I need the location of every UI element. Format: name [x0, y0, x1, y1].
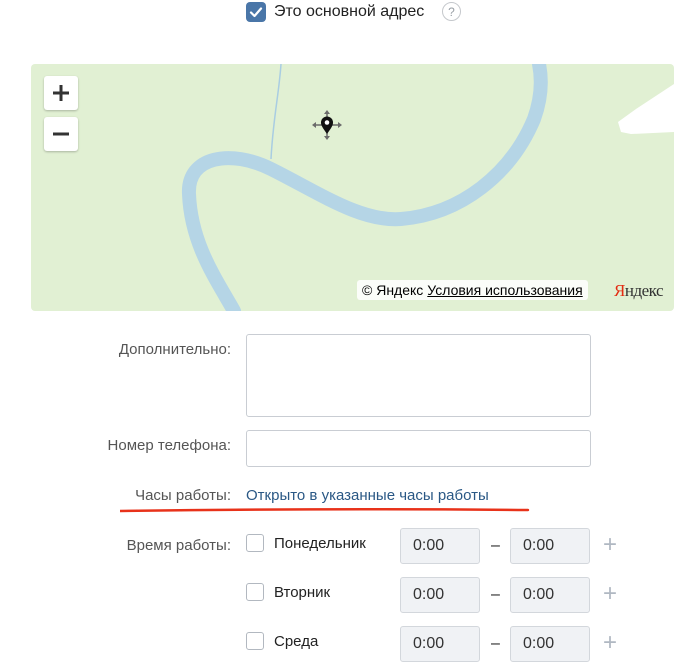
zoom-out-button[interactable] — [44, 117, 78, 151]
extra-label: Дополнительно: — [118, 341, 231, 358]
main-address-label: Это основной адрес — [274, 3, 425, 20]
logo-rest: ндекс — [624, 281, 664, 300]
main-address-checkbox[interactable] — [246, 2, 266, 22]
copyright-text: © Яндекс — [362, 282, 424, 298]
map-copyright: © Яндекс Условия использования — [357, 280, 588, 300]
map-pin-icon[interactable] — [310, 108, 344, 142]
hours-label: Часы работы: — [135, 487, 231, 504]
logo-first-letter: Я — [614, 281, 625, 300]
monday-label: Понедельник — [274, 535, 366, 552]
wednesday-from-input[interactable]: 0:00 — [400, 626, 480, 662]
tuesday-from-input[interactable]: 0:00 — [400, 577, 480, 613]
phone-input[interactable] — [246, 430, 591, 467]
terms-link[interactable]: Условия использования — [427, 282, 582, 298]
add-interval-icon[interactable]: + — [603, 582, 617, 606]
minus-icon — [53, 132, 69, 136]
time-dash: – — [491, 586, 500, 603]
add-interval-icon[interactable]: + — [603, 631, 617, 655]
checkmark-icon — [249, 7, 263, 18]
time-dash: – — [491, 537, 500, 554]
schedule-label: Время работы: — [126, 537, 231, 554]
phone-label: Номер телефона: — [107, 437, 231, 454]
add-interval-icon[interactable]: + — [603, 533, 617, 557]
plus-icon — [53, 85, 69, 101]
monday-from-input[interactable]: 0:00 — [400, 528, 480, 564]
map-terrain — [182, 64, 674, 311]
tuesday-to-input[interactable]: 0:00 — [510, 577, 590, 613]
highlight-underline — [120, 507, 530, 513]
monday-checkbox[interactable] — [246, 534, 264, 552]
time-dash: – — [491, 635, 500, 652]
extra-textarea[interactable] — [246, 334, 591, 417]
yandex-logo[interactable]: Яндекс — [614, 280, 664, 302]
wednesday-checkbox[interactable] — [246, 632, 264, 650]
help-icon[interactable]: ? — [442, 2, 461, 21]
monday-to-input[interactable]: 0:00 — [510, 528, 590, 564]
zoom-in-button[interactable] — [44, 76, 78, 110]
wednesday-to-input[interactable]: 0:00 — [510, 626, 590, 662]
hours-mode-link[interactable]: Открыто в указанные часы работы — [246, 487, 489, 504]
wednesday-label: Среда — [274, 633, 319, 650]
tuesday-checkbox[interactable] — [246, 583, 264, 601]
map-view[interactable]: © Яндекс Условия использования Яндекс — [31, 64, 674, 311]
tuesday-label: Вторник — [274, 584, 331, 601]
